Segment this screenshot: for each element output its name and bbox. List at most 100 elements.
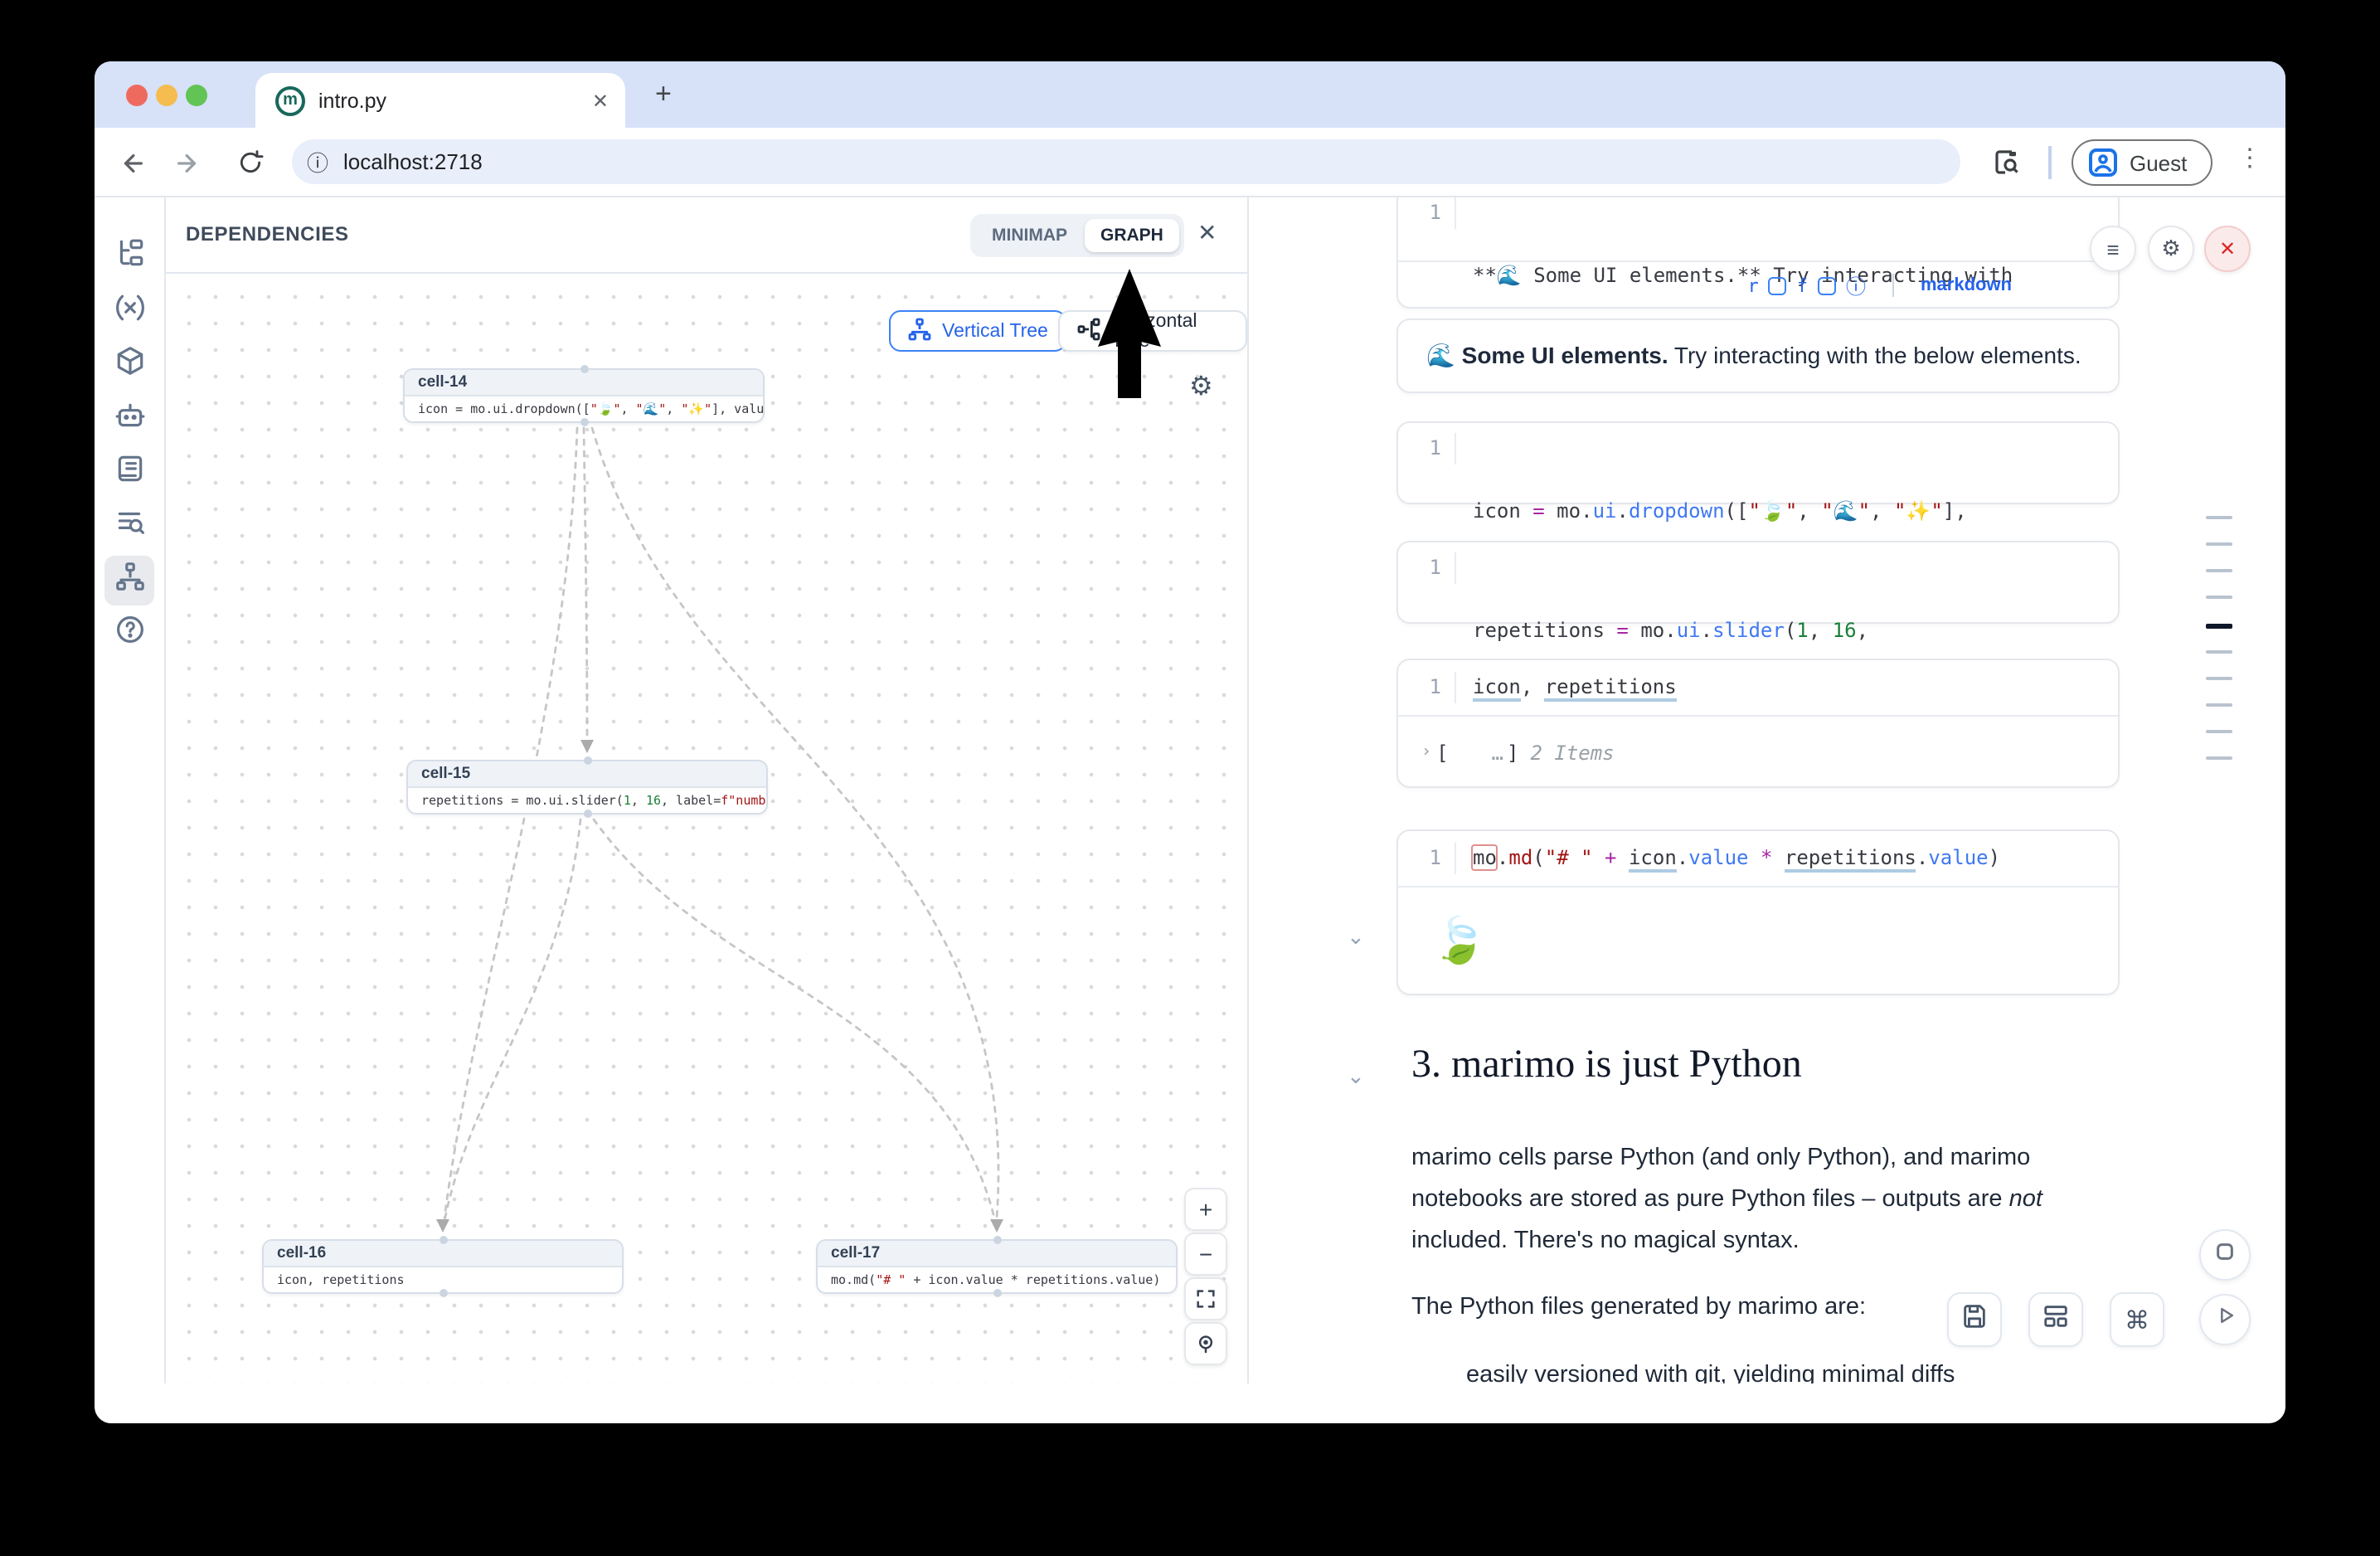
notebook-menu-button[interactable]: ≡ <box>2090 226 2136 272</box>
sidebar-item-snippets[interactable] <box>104 501 154 551</box>
paragraph-text: notebooks are stored as pure Python file… <box>1411 1186 2009 1213</box>
url-bar[interactable]: ⓘ localhost:2718 <box>292 139 1960 184</box>
node-handle <box>580 418 588 426</box>
notebook-settings-button[interactable]: ⚙ <box>2148 226 2194 272</box>
paragraph-line: The Python files generated by marimo are… <box>1411 1294 1866 1320</box>
sidebar <box>95 197 163 1383</box>
sidebar-item-variables[interactable] <box>104 287 154 337</box>
browser-menu-icon[interactable]: ⋮ <box>2237 143 2262 173</box>
reload-icon[interactable] <box>231 143 270 182</box>
sidebar-item-scratchpad[interactable] <box>104 448 154 498</box>
vertical-tree-icon <box>907 316 932 346</box>
browser-toolbar: ⓘ localhost:2718 Guest ⋮ <box>95 128 2285 197</box>
markdown-bold: 🌊 Some UI elements. <box>1426 342 1668 368</box>
cell-refs[interactable]: 1 icon, repetitions › [ … ] 2 Items <box>1396 659 2120 788</box>
line-number: 1 <box>1398 672 1456 703</box>
item-count: 2 Items <box>1530 741 1614 764</box>
collapse-section-icon[interactable]: ⌄ <box>1347 1063 1365 1090</box>
screenshot-stage: m intro.py ✕ + ⓘ localhost:2718 Guest ⋮ <box>0 0 2380 1556</box>
new-tab-button[interactable]: + <box>655 78 672 111</box>
zoom-out-button[interactable]: − <box>1184 1233 1227 1276</box>
vertical-tree-label: Vertical Tree <box>942 321 1048 341</box>
node-handle <box>439 1236 447 1244</box>
language-badge[interactable]: markdown <box>1921 275 2012 295</box>
shortcuts-button[interactable]: ⌘ <box>2110 1292 2164 1347</box>
graph-node-cell-14[interactable]: cell-14 icon = mo.ui.dropdown(["🍃", "🌊",… <box>403 368 765 423</box>
tab-close-icon[interactable]: ✕ <box>592 89 609 112</box>
browser-tab[interactable]: m intro.py ✕ <box>255 73 625 128</box>
hamburger-icon: ≡ <box>2106 236 2119 261</box>
sidebar-item-packages[interactable] <box>104 340 154 390</box>
save-button[interactable] <box>1947 1292 2002 1347</box>
node-handle <box>580 365 588 373</box>
tab-title: intro.py <box>318 89 386 112</box>
tab-graph[interactable]: GRAPH <box>1084 219 1180 252</box>
node-title: cell-14 <box>405 370 763 396</box>
graph-node-cell-17[interactable]: cell-17 mo.md("# " + icon.value * repeti… <box>816 1239 1178 1294</box>
layout-button[interactable] <box>2028 1292 2083 1347</box>
graph-node-cell-15[interactable]: cell-15 repetitions = mo.ui.slider(1, 16… <box>406 760 768 814</box>
emoji-output: 🍃 <box>1398 887 2118 994</box>
shutdown-button[interactable]: ✕ <box>2204 226 2251 272</box>
scroll-icon <box>114 453 145 493</box>
minimize-window-button[interactable] <box>155 84 177 105</box>
sidebar-item-dependency-graph[interactable] <box>104 556 154 605</box>
cell-markdown-output[interactable]: 🌊 Some UI elements. Try interacting with… <box>1396 318 2120 393</box>
cell-dropdown[interactable]: 1 icon = mo.ui.dropdown(["🍃", "🌊", "✨"],… <box>1396 421 2120 504</box>
node-handle <box>993 1289 1001 1297</box>
file-tree-icon <box>114 237 145 277</box>
node-title: cell-16 <box>264 1241 622 1267</box>
ellipsis: … <box>1492 741 1503 764</box>
variables-icon <box>114 292 145 332</box>
line-number: 1 <box>1398 433 1456 464</box>
footer-info-icon[interactable]: ⓘ <box>1846 271 1866 299</box>
panel-title: DEPENDENCIES <box>186 222 349 246</box>
robot-icon <box>114 400 145 440</box>
list-search-icon <box>114 506 145 546</box>
cell-slider[interactable]: 1 repetitions = mo.ui.slider(1, 16, labe… <box>1396 541 2120 624</box>
tab-search-icon[interactable] <box>1987 143 2027 182</box>
collapse-output-icon[interactable]: ⌄ <box>1347 924 1365 951</box>
bracket-open: [ <box>1436 741 1448 764</box>
guest-label: Guest <box>2130 150 2187 175</box>
dependency-graph-canvas[interactable]: Vertical Tree Horizontal Tree ⚙ cell-14 … <box>166 274 1247 1383</box>
profile-button[interactable]: Guest <box>2072 139 2212 186</box>
node-title: cell-15 <box>408 761 766 788</box>
sidebar-item-file-tree[interactable] <box>104 232 154 282</box>
close-icon: ✕ <box>2219 237 2236 260</box>
footer-f-label[interactable]: f <box>1797 275 1808 296</box>
line-number: 1 <box>1398 843 1456 874</box>
fit-view-icon[interactable] <box>1184 1277 1227 1320</box>
vertical-tree-button[interactable]: Vertical Tree <box>889 310 1066 352</box>
run-button[interactable] <box>2199 1294 2251 1345</box>
sidebar-item-ai-chat[interactable] <box>104 395 154 445</box>
footer-r-label[interactable]: r <box>1747 275 1758 296</box>
markdown-output-text: 🌊 Some UI elements. Try interacting with… <box>1398 342 2081 370</box>
node-title: cell-17 <box>818 1241 1176 1267</box>
site-info-icon[interactable]: ⓘ <box>307 146 328 177</box>
graph-node-cell-16[interactable]: cell-16 icon, repetitions <box>262 1239 624 1294</box>
expand-caret-icon[interactable]: › <box>1421 743 1431 761</box>
maximize-window-button[interactable] <box>185 84 206 105</box>
forward-icon[interactable] <box>168 143 207 182</box>
markdown-rest: Try interacting with the below elements. <box>1668 342 2081 368</box>
footer-checkbox-icon[interactable] <box>1769 276 1787 294</box>
stop-button[interactable] <box>2199 1229 2251 1281</box>
sidebar-item-help[interactable] <box>104 609 154 659</box>
tree-output[interactable]: › [ … ] 2 Items <box>1398 717 2118 788</box>
code-line: icon = mo.ui.dropdown(["🍃", "🌊", "✨"], <box>1473 496 1967 528</box>
cell-markdown-source[interactable]: 1 **🌊 Some UI elements.** Try interactin… <box>1396 197 2120 309</box>
back-icon[interactable] <box>111 143 151 182</box>
packages-icon <box>114 345 145 385</box>
panel-close-icon[interactable]: ✕ <box>1197 219 1217 247</box>
avatar-icon <box>2088 148 2118 177</box>
node-handle <box>583 810 591 818</box>
tab-minimap[interactable]: MINIMAP <box>975 219 1084 252</box>
graph-settings-icon[interactable]: ⚙ <box>1189 370 1213 403</box>
node-handle <box>439 1289 447 1297</box>
zoom-in-button[interactable]: + <box>1184 1188 1227 1231</box>
locate-icon[interactable] <box>1184 1322 1227 1365</box>
close-window-button[interactable] <box>125 84 147 105</box>
footer-checkbox-icon[interactable] <box>1818 276 1836 294</box>
cell-mdcall[interactable]: 1 mo.md("# " + icon.value * repetitions.… <box>1396 829 2120 995</box>
